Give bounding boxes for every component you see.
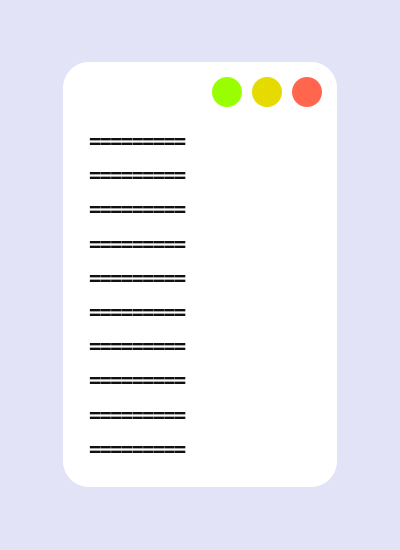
text-line: ========= — [89, 368, 186, 393]
text-line: ========= — [89, 299, 186, 324]
text-line: ========= — [89, 197, 186, 222]
text-line: ========= — [89, 436, 186, 461]
text-line: ========= — [89, 334, 186, 359]
green-control-button[interactable] — [212, 77, 242, 107]
text-line: ========= — [89, 231, 186, 256]
window-controls — [212, 77, 322, 107]
red-control-button[interactable] — [292, 77, 322, 107]
text-line: ========= — [89, 265, 186, 290]
text-line: ========= — [89, 129, 186, 153]
yellow-control-button[interactable] — [252, 77, 282, 107]
text-line: ========= — [89, 163, 186, 188]
app-window: ========= ========= ========= ========= … — [63, 62, 337, 487]
text-lines: ========= ========= ========= ========= … — [89, 129, 186, 471]
text-line: ========= — [89, 402, 186, 427]
